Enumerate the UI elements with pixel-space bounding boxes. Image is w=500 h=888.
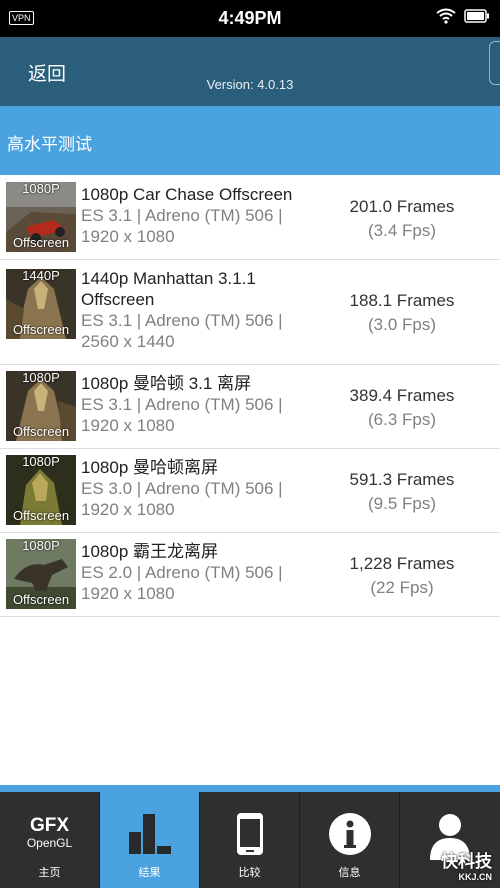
test-thumbnail: 1080P Offscreen <box>6 371 76 441</box>
version-label: Version: 4.0.13 <box>206 77 294 92</box>
fps-value: (3.4 Fps) <box>367 221 437 240</box>
test-api-gpu: ES 3.1 | Adreno (TM) 506 | <box>81 311 283 330</box>
test-api-gpu: ES 3.1 | Adreno (TM) 506 | <box>81 395 283 414</box>
test-thumbnail: 1440P Offscreen <box>6 269 76 339</box>
result-row-t-rex[interactable]: 1080P Offscreen 1080p 霸王龙离屏 ES 2.0 | Adr… <box>0 533 500 617</box>
bottom-tab-bar: GFX OpenGL 主页 结果 比较 信息 快科技 KKJ.CN <box>0 792 500 888</box>
fps-value: (3.0 Fps) <box>367 315 437 334</box>
frames-value: 1,228 Frames <box>349 554 455 573</box>
tab-home[interactable]: GFX OpenGL 主页 <box>0 792 100 888</box>
test-title: 1080p 曼哈顿离屏 <box>81 458 218 477</box>
app-header: 返回 Version: 4.0.13 <box>0 37 500 106</box>
tab-compare[interactable]: 比较 <box>200 792 300 888</box>
fps-value: (9.5 Fps) <box>367 494 437 513</box>
tab-results[interactable]: 结果 <box>100 792 200 888</box>
test-resolution: 1920 x 1080 <box>81 500 175 519</box>
results-list: 1080P Offscreen 1080p Car Chase Offscree… <box>0 176 500 617</box>
status-bar: VPN 4:49PM <box>0 0 500 37</box>
wifi-icon <box>436 8 456 24</box>
test-thumbnail: 1080P Offscreen <box>6 182 76 252</box>
tabbar-accent-line <box>0 785 500 792</box>
section-header: 高水平测试 <box>0 106 500 175</box>
result-row-manhattan-31[interactable]: 1080P Offscreen 1080p 曼哈顿 3.1 离屏 ES 3.1 … <box>0 365 500 449</box>
tab-label: 主页 <box>38 867 61 879</box>
test-thumbnail: 1080P Offscreen <box>6 539 76 609</box>
test-api-gpu: ES 3.1 | Adreno (TM) 506 | <box>81 206 283 225</box>
test-title-line1: 1440p Manhattan 3.1.1 <box>81 269 256 288</box>
test-title: 1080p 曼哈顿 3.1 离屏 <box>81 374 252 393</box>
result-row-manhattan-30[interactable]: 1080P Offscreen 1080p 曼哈顿离屏 ES 3.0 | Adr… <box>0 449 500 533</box>
tab-label: 比较 <box>238 867 261 879</box>
gfx-logo: GFX OpenGL <box>26 815 73 851</box>
frames-value: 389.4 Frames <box>349 386 455 405</box>
test-title: 1080p 霸王龙离屏 <box>81 542 218 561</box>
frames-value: 201.0 Frames <box>349 197 455 216</box>
info-icon <box>328 813 371 855</box>
test-resolution: 1920 x 1080 <box>81 416 175 435</box>
result-row-manhattan-311[interactable]: 1440P Offscreen 1440p Manhattan 3.1.1 Of… <box>0 260 500 365</box>
test-resolution: 2560 x 1440 <box>81 332 175 351</box>
test-api-gpu: ES 3.0 | Adreno (TM) 506 | <box>81 479 283 498</box>
bar-chart-icon <box>128 814 171 854</box>
scroll-handle[interactable] <box>489 41 500 85</box>
section-title: 高水平测试 <box>7 135 92 154</box>
test-thumbnail: 1080P Offscreen <box>6 455 76 525</box>
fps-value: (22 Fps) <box>370 578 434 597</box>
frames-value: 188.1 Frames <box>349 291 455 310</box>
test-title: 1080p Car Chase Offscreen <box>81 185 293 204</box>
tab-account[interactable]: 快科技 KKJ.CN <box>400 792 500 888</box>
phone-icon <box>236 813 263 855</box>
test-api-gpu: ES 2.0 | Adreno (TM) 506 | <box>81 563 283 582</box>
test-resolution: 1920 x 1080 <box>81 227 175 246</box>
tab-info[interactable]: 信息 <box>300 792 400 888</box>
battery-icon <box>464 9 489 23</box>
tab-label: 结果 <box>138 867 161 879</box>
fps-value: (6.3 Fps) <box>367 410 437 429</box>
result-row-car-chase[interactable]: 1080P Offscreen 1080p Car Chase Offscree… <box>0 176 500 260</box>
tab-label: 信息 <box>338 867 361 879</box>
test-resolution: 1920 x 1080 <box>81 584 175 603</box>
test-title-line2: Offscreen <box>81 290 155 309</box>
clock: 4:49PM <box>218 8 282 28</box>
watermark: 快科技 KKJ.CN <box>441 852 492 882</box>
frames-value: 591.3 Frames <box>349 470 455 489</box>
